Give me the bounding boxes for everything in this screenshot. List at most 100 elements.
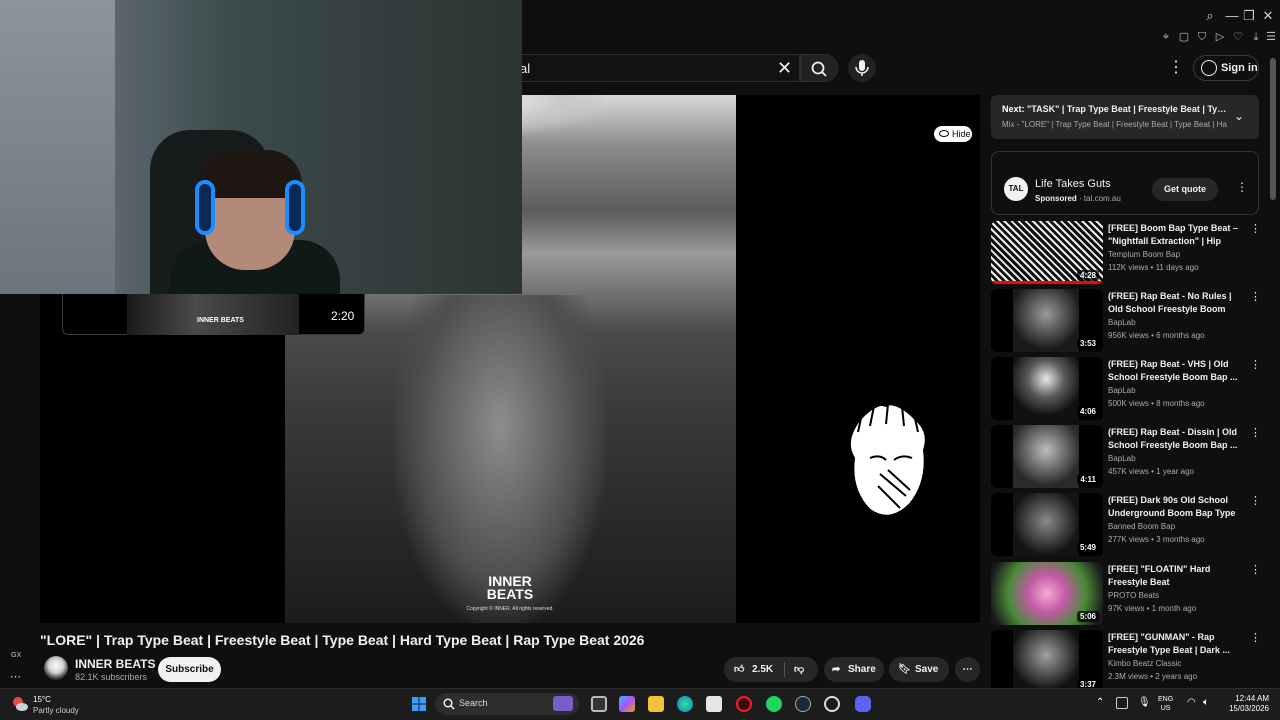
recommendation-item[interactable]: 3:37 [FREE] "GUNMAN" - Rap Freestyle Type… [991,630,1261,696]
spotify-icon[interactable] [766,696,782,712]
recommendation-title[interactable]: (FREE) Rap Beat - No Rules | Old School … [1108,290,1244,316]
menu-icon[interactable]: ☰ [1264,30,1278,44]
recommendation-item[interactable]: 4:11 (FREE) Rap Beat - Dissin | Old Schoo… [991,425,1261,491]
recommendation-item[interactable]: 3:53 (FREE) Rap Beat - No Rules | Old Sch… [991,289,1261,355]
more-actions-button[interactable]: ⋯ [955,657,980,682]
search-input[interactable]: al ✕ [520,54,800,82]
recommendation-title[interactable]: [FREE] "GUNMAN" - Rap Freestyle Type Bea… [1108,631,1244,657]
settings-more-icon[interactable]: ⋮ [1168,58,1184,78]
ad-subtitle: Sponsored · tal.com.au [1035,194,1121,203]
thumbs-down-icon: 👎︎ [794,664,805,675]
close-icon[interactable]: ✕ [1260,8,1276,24]
channel-name[interactable]: INNER BEATS [75,657,155,671]
account-icon [1201,60,1217,76]
hide-button[interactable]: Hide [934,126,972,142]
share-button[interactable]: ➦ Share [824,657,884,682]
mini-preview-logo: INNER BEATS [197,317,244,324]
dislike-button[interactable]: 👎︎ [794,657,804,682]
kebab-icon[interactable]: ⋮ [1250,494,1261,507]
duration-badge: 4:11 [1077,474,1099,485]
recommendation-item[interactable]: 4:28 [FREE] Boom Bap Type Beat – "Nightfa… [991,221,1261,287]
steam-icon[interactable] [795,696,811,712]
scrollbar[interactable] [1270,58,1276,200]
task-view-icon[interactable] [591,696,607,712]
chevron-down-icon[interactable]: ⌄ [1234,109,1244,123]
recommendation-channel[interactable]: Banned Boom Bap [1108,522,1175,531]
windows-start-icon[interactable] [411,696,427,712]
duration-badge: 4:06 [1076,406,1099,417]
pin-icon[interactable]: ⌖ [1159,30,1173,44]
save-button[interactable]: 🔖︎ Save [889,657,949,682]
recommendation-title[interactable]: [FREE] "FLOATIN" Hard Freestyle Beat [1108,563,1244,589]
play-icon[interactable]: ▷ [1213,30,1227,44]
mini-preview-card[interactable]: INNER BEATS 2:20 [62,292,365,335]
restore-icon[interactable]: ❐ [1241,8,1257,24]
kebab-icon[interactable]: ⋮ [1250,222,1261,235]
like-count: 2.5K [752,664,774,675]
recommendation-channel[interactable]: PROTO Beats [1108,591,1159,600]
share-icon: ➦ [832,664,841,675]
recommendation-title[interactable]: [FREE] Boom Bap Type Beat – "Nightfall E… [1108,222,1244,248]
recommendation-channel[interactable]: BapLab [1108,454,1136,463]
kebab-icon[interactable]: ⋮ [1236,180,1248,194]
language-code: ENG [1158,696,1174,703]
recommendation-thumbnail[interactable]: 4:11 [991,425,1103,488]
copilot-icon[interactable] [619,696,635,712]
recommendation-item[interactable]: 5:06 [FREE] "FLOATIN" Hard Freestyle Beat… [991,562,1261,628]
recommendation-thumbnail[interactable]: 4:28 [991,221,1103,284]
heart-icon[interactable]: ♡ [1231,30,1245,44]
next-up-mix: Mix - "LORE" | Trap Type Beat | Freestyl… [1002,120,1227,129]
kebab-icon[interactable]: ⋮ [1250,358,1261,371]
recommendation-thumbnail[interactable]: 5:06 [991,562,1103,625]
like-button[interactable]: 👍︎ [734,657,744,682]
kebab-icon[interactable]: ⋮ [1250,290,1261,303]
opera-gx-icon[interactable] [736,696,752,712]
recommendation-item[interactable]: 5:49 (FREE) Dark 90s Old School Undergrou… [991,493,1261,559]
search-icon[interactable]: ⌕ [1202,8,1218,24]
clock[interactable]: 12:44 AM 15/03/2026 [1225,694,1269,714]
recommendation-channel[interactable]: BapLab [1108,318,1136,327]
ad-card[interactable]: TAL Life Takes Guts Sponsored · tal.com.… [991,151,1259,215]
screenshot-icon[interactable]: ▢ [1177,30,1191,44]
wifi-icon[interactable]: ◠ [1187,697,1196,708]
download-icon[interactable]: ⤓ [1249,30,1263,44]
clear-search-icon[interactable]: ✕ [777,58,792,79]
recommendation-title[interactable]: (FREE) Rap Beat - Dissin | Old School Fr… [1108,426,1244,452]
search-button[interactable] [800,54,838,82]
kebab-icon[interactable]: ⋮ [1250,426,1261,439]
minimize-icon[interactable]: — [1224,8,1240,24]
voice-search-button[interactable] [848,54,876,82]
recommendation-thumbnail[interactable]: 4:06 [991,357,1103,420]
microphone-tray-icon[interactable]: 🎙︎ [1138,697,1151,708]
language-indicator[interactable]: ENG US [1158,695,1173,713]
chevron-up-icon[interactable]: ⌃ [1096,697,1104,708]
recommendation-channel[interactable]: Templum Boom Bap [1108,250,1180,259]
shield-icon[interactable]: ⛉ [1195,30,1209,44]
taskbar-search[interactable]: Search [435,693,579,715]
next-up-card[interactable]: Next: "TASK" | Trap Type Beat | Freestyl… [991,95,1259,139]
recommendation-item[interactable]: 4:06 (FREE) Rap Beat - VHS | Old School F… [991,357,1261,423]
recommendation-channel[interactable]: Kimbo Beatz Classic [1108,659,1181,668]
recommendation-meta: 457K views • 1 year ago [1108,467,1194,476]
edge-icon[interactable] [677,696,693,712]
recommendation-channel[interactable]: BapLab [1108,386,1136,395]
recommendation-thumbnail[interactable]: 3:53 [991,289,1103,352]
discord-icon[interactable] [855,696,871,712]
file-explorer-icon[interactable] [648,696,664,712]
recommendation-title[interactable]: (FREE) Rap Beat - VHS | Old School Frees… [1108,358,1244,384]
store-icon[interactable] [706,696,722,712]
kebab-icon[interactable]: ⋮ [1250,631,1261,644]
subscribe-button[interactable]: Subscribe [158,657,221,682]
recommendation-thumbnail[interactable]: 3:37 [991,630,1103,693]
get-quote-button[interactable]: Get quote [1152,178,1218,201]
sign-in-button[interactable]: Sign in [1193,55,1259,81]
sidebar-more-icon[interactable]: ⋯ [10,670,21,683]
recommendation-thumbnail[interactable]: 5:49 [991,493,1103,556]
volume-icon[interactable]: 🔈︎ [1203,697,1209,708]
recommendation-title[interactable]: (FREE) Dark 90s Old School Underground B… [1108,494,1244,520]
chrome-like-icon[interactable] [824,696,840,712]
kebab-icon[interactable]: ⋮ [1250,563,1261,576]
channel-avatar[interactable] [44,656,68,680]
thumbnail-art [1013,425,1079,488]
meet-now-icon[interactable] [1116,697,1128,709]
